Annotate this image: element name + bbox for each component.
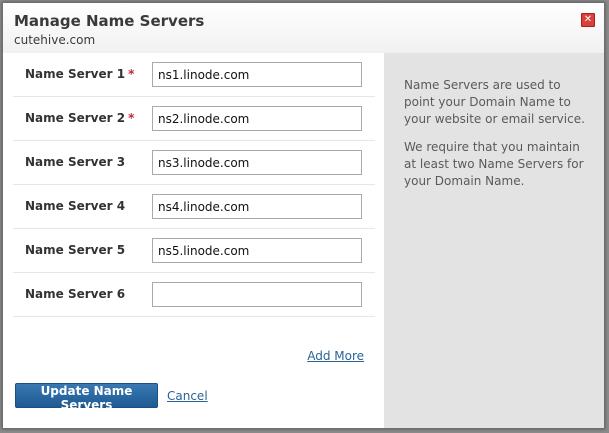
help-panel: Name Servers are used to point your Doma… bbox=[384, 53, 604, 428]
name-server-3-input[interactable] bbox=[152, 150, 362, 175]
name-server-1-label: Name Server 1 * bbox=[25, 67, 135, 81]
update-name-servers-button[interactable]: Update Name Servers bbox=[15, 383, 158, 412]
cancel-link[interactable]: Cancel bbox=[167, 389, 208, 403]
name-server-4-input[interactable] bbox=[152, 194, 362, 219]
manage-name-servers-dialog: Manage Name Servers cutehive.com ✕ Name … bbox=[2, 2, 605, 429]
name-server-6-label: Name Server 6 bbox=[25, 287, 126, 301]
name-server-form: Name Server 1* Name Server 2* Name Serve… bbox=[3, 53, 384, 428]
name-server-row-5: Name Server 5 bbox=[13, 229, 375, 273]
help-text-requirement: We require that you maintain at least tw… bbox=[404, 140, 584, 188]
name-server-6-input[interactable] bbox=[152, 282, 362, 307]
help-text-purpose: Name Servers are used to point your Doma… bbox=[404, 78, 585, 126]
name-server-row-6: Name Server 6 bbox=[13, 273, 375, 317]
close-icon[interactable]: ✕ bbox=[581, 13, 595, 27]
required-marker: * bbox=[128, 67, 135, 81]
domain-name: cutehive.com bbox=[14, 33, 96, 47]
name-server-row-4: Name Server 4 bbox=[13, 185, 375, 229]
name-server-2-label: Name Server 2 * bbox=[25, 111, 135, 125]
name-server-5-input[interactable] bbox=[152, 238, 362, 263]
name-server-1-input[interactable] bbox=[152, 62, 362, 87]
dialog-header: Manage Name Servers cutehive.com ✕ bbox=[3, 3, 604, 53]
name-server-3-label: Name Server 3 bbox=[25, 155, 126, 169]
dialog-title: Manage Name Servers bbox=[14, 12, 205, 30]
name-server-row-3: Name Server 3 bbox=[13, 141, 375, 185]
name-server-row-1: Name Server 1 * bbox=[13, 53, 375, 97]
required-marker: * bbox=[128, 111, 135, 125]
add-more-link[interactable]: Add More bbox=[307, 349, 364, 363]
name-server-5-label: Name Server 5 bbox=[25, 243, 126, 257]
name-server-4-label: Name Server 4 bbox=[25, 199, 126, 213]
name-server-2-input[interactable] bbox=[152, 106, 362, 131]
name-server-row-2: Name Server 2 * bbox=[13, 97, 375, 141]
